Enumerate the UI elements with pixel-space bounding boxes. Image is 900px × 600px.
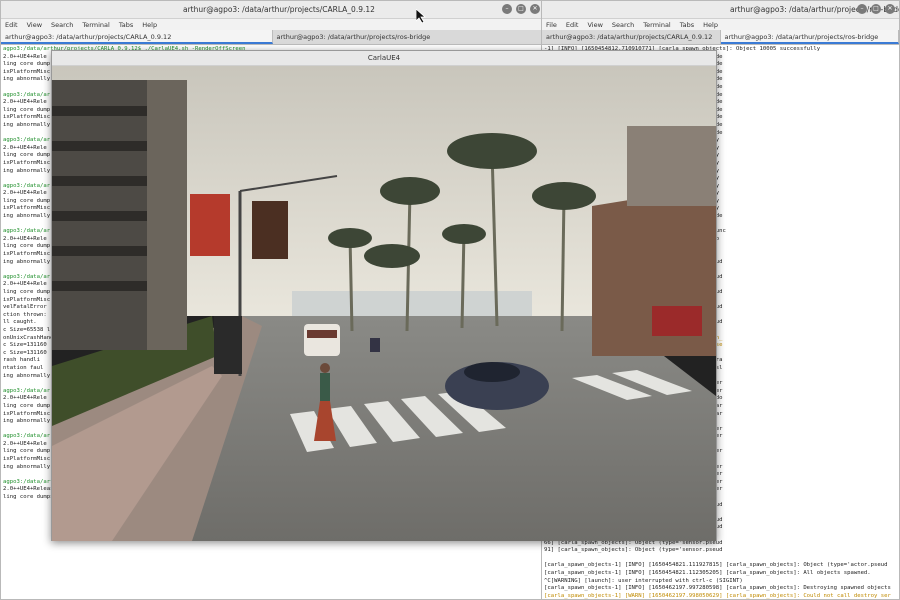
menu-tabs[interactable]: Tabs [680,21,694,29]
maximize-icon[interactable]: □ [871,4,881,14]
van [304,324,340,356]
menu-edit[interactable]: Edit [5,21,18,29]
banner-left [190,194,230,256]
window-titlebar[interactable]: arthur@agpo3: /data/arthur/projects/ros-… [542,1,899,19]
terminal-line: 91] [carla_spawn_objects]: Object (type=… [544,547,723,554]
simulation-viewport[interactable] [52,66,716,541]
terminal-line: ^C[WARNING] [launch]: user interrupted w… [544,577,743,584]
pedestrian-head [320,363,330,373]
car-windshield [464,362,520,382]
minimize-icon[interactable]: – [502,4,512,14]
menu-search[interactable]: Search [612,21,634,29]
menu-terminal[interactable]: Terminal [82,21,109,29]
close-icon[interactable]: ✕ [530,4,540,14]
menu-edit[interactable]: Edit [566,21,579,29]
menu-view[interactable]: View [27,21,42,29]
tab-carla[interactable]: arthur@agpo3: /data/arthur/projects/CARL… [542,30,721,44]
minimize-icon[interactable]: – [857,4,867,14]
window-title: arthur@agpo3: /data/arthur/projects/CARL… [183,5,375,14]
menu-bar: File Edit View Search Terminal Tabs Help [542,19,899,30]
carla-simulator-window[interactable]: CarlaUE4 [51,50,717,541]
tab-ros-bridge[interactable]: arthur@agpo3: /data/arthur/projects/ros-… [720,30,899,44]
bus-shelter [214,316,242,374]
tab-bar: arthur@agpo3: /data/arthur/projects/CARL… [542,30,899,45]
water-tower [627,126,716,206]
terminal-line: [carla_spawn_objects-1] [WARN] [16504621… [544,592,891,599]
maximize-icon[interactable]: □ [516,4,526,14]
menu-search[interactable]: Search [51,21,73,29]
window-title: CarlaUE4 [367,54,401,62]
tab-bar: arthur@agpo3: /data/arthur/projects/CARL… [1,30,544,45]
terminal-line: [carla_spawn_objects-1] [INFO] [16504548… [544,569,871,576]
close-icon[interactable]: ✕ [885,4,895,14]
menu-terminal[interactable]: Terminal [643,21,670,29]
window-titlebar[interactable]: CarlaUE4 [52,51,716,66]
menu-bar: Edit View Search Terminal Tabs Help [1,19,544,30]
menu-file[interactable]: File [546,21,557,29]
banner-right [252,201,288,259]
menu-view[interactable]: View [587,21,602,29]
building-corner [147,80,187,350]
menu-help[interactable]: Help [703,21,718,29]
mouse-cursor-icon [416,9,426,23]
menu-tabs[interactable]: Tabs [119,21,133,29]
van-window [307,330,337,338]
window-titlebar[interactable]: arthur@agpo3: /data/arthur/projects/CARL… [1,1,544,19]
tab-ros-bridge[interactable]: arthur@agpo3: /data/arthur/projects/ros-… [273,30,544,44]
menu-help[interactable]: Help [142,21,157,29]
terminal-line: [carla_spawn_objects-1] [INFO] [16504621… [544,585,891,592]
motorbike [370,338,380,352]
pedestrian [320,373,330,401]
tab-carla[interactable]: arthur@agpo3: /data/arthur/projects/CARL… [1,30,273,44]
terminal-line: [carla_spawn_objects-1] [INFO] [16504548… [544,562,888,569]
shop-sign [652,306,702,336]
